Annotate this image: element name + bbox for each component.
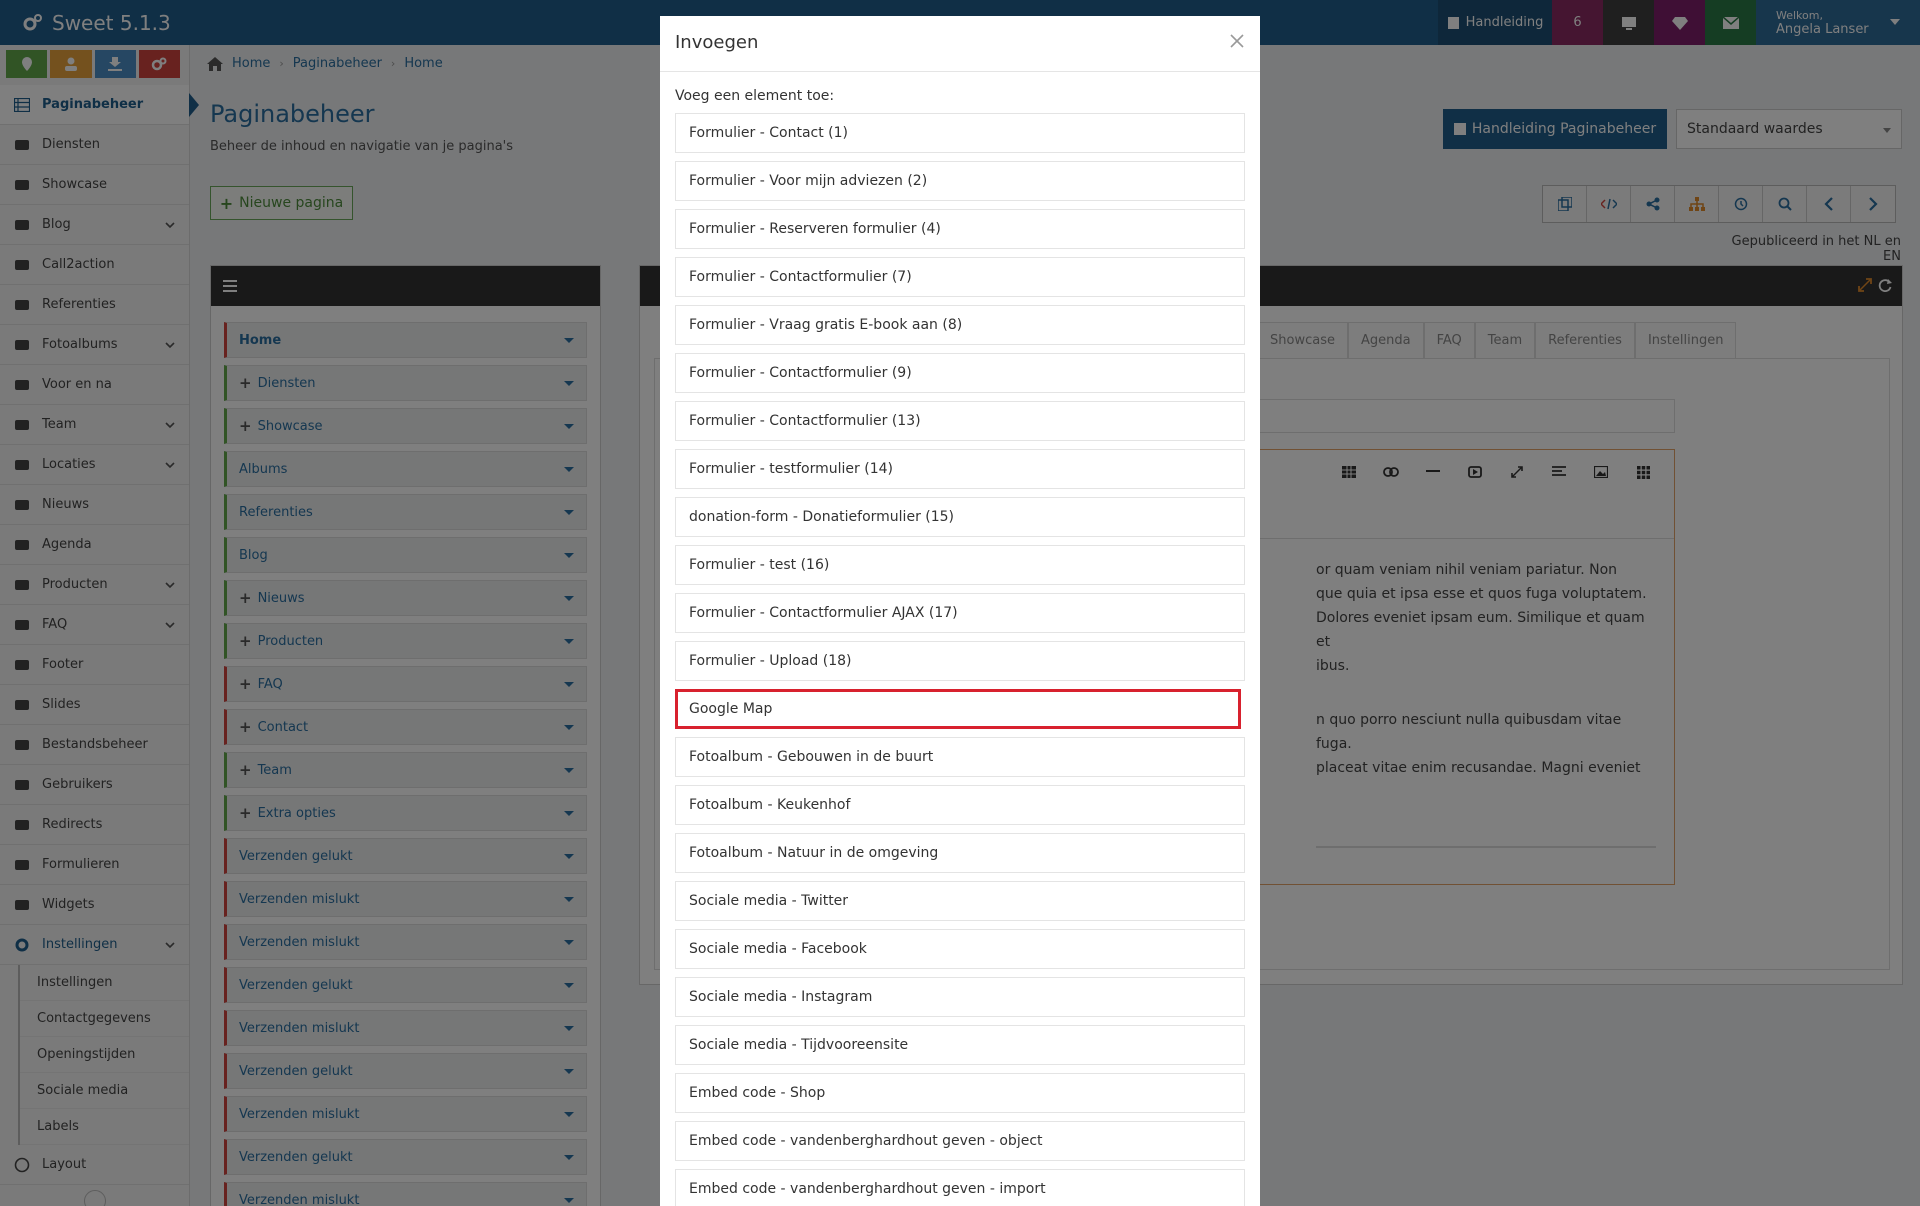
- modal-header: Invoegen: [660, 16, 1260, 72]
- element-option[interactable]: Embed code - vandenberghardhout geven - …: [675, 1169, 1245, 1206]
- element-option[interactable]: Formulier - Upload (18): [675, 641, 1245, 681]
- element-option-list: Formulier - Contact (1) Formulier - Voor …: [675, 113, 1245, 1206]
- element-option[interactable]: Formulier - Voor mijn adviezen (2): [675, 161, 1245, 201]
- element-option[interactable]: Sociale media - Twitter: [675, 881, 1245, 921]
- element-option[interactable]: Formulier - Contactformulier (7): [675, 257, 1245, 297]
- element-option[interactable]: Formulier - Contact (1): [675, 113, 1245, 153]
- insert-modal: Invoegen Voeg een element toe: Formulier…: [660, 16, 1260, 1206]
- element-option[interactable]: Fotoalbum - Gebouwen in de buurt: [675, 737, 1245, 777]
- element-option[interactable]: Embed code - vandenberghardhout geven - …: [675, 1121, 1245, 1161]
- element-option[interactable]: Formulier - Reserveren formulier (4): [675, 209, 1245, 249]
- element-option[interactable]: Sociale media - Tijdvooreensite: [675, 1025, 1245, 1065]
- modal-title: Invoegen: [675, 32, 759, 53]
- modal-label: Voeg een element toe:: [675, 88, 835, 104]
- close-icon[interactable]: [1230, 34, 1244, 48]
- element-option[interactable]: donation-form - Donatieformulier (15): [675, 497, 1245, 537]
- element-option[interactable]: Google Map: [675, 689, 1241, 729]
- element-option[interactable]: Formulier - Contactformulier (9): [675, 353, 1245, 393]
- element-option[interactable]: Sociale media - Facebook: [675, 929, 1245, 969]
- element-option[interactable]: Fotoalbum - Natuur in de omgeving: [675, 833, 1245, 873]
- element-option[interactable]: Formulier - Vraag gratis E-book aan (8): [675, 305, 1245, 345]
- element-option[interactable]: Formulier - Contactformulier AJAX (17): [675, 593, 1245, 633]
- element-option[interactable]: Formulier - testformulier (14): [675, 449, 1245, 489]
- element-option[interactable]: Formulier - Contactformulier (13): [675, 401, 1245, 441]
- element-option[interactable]: Formulier - test (16): [675, 545, 1245, 585]
- element-option[interactable]: Sociale media - Instagram: [675, 977, 1245, 1017]
- element-option[interactable]: Fotoalbum - Keukenhof: [675, 785, 1245, 825]
- element-option[interactable]: Embed code - Shop: [675, 1073, 1245, 1113]
